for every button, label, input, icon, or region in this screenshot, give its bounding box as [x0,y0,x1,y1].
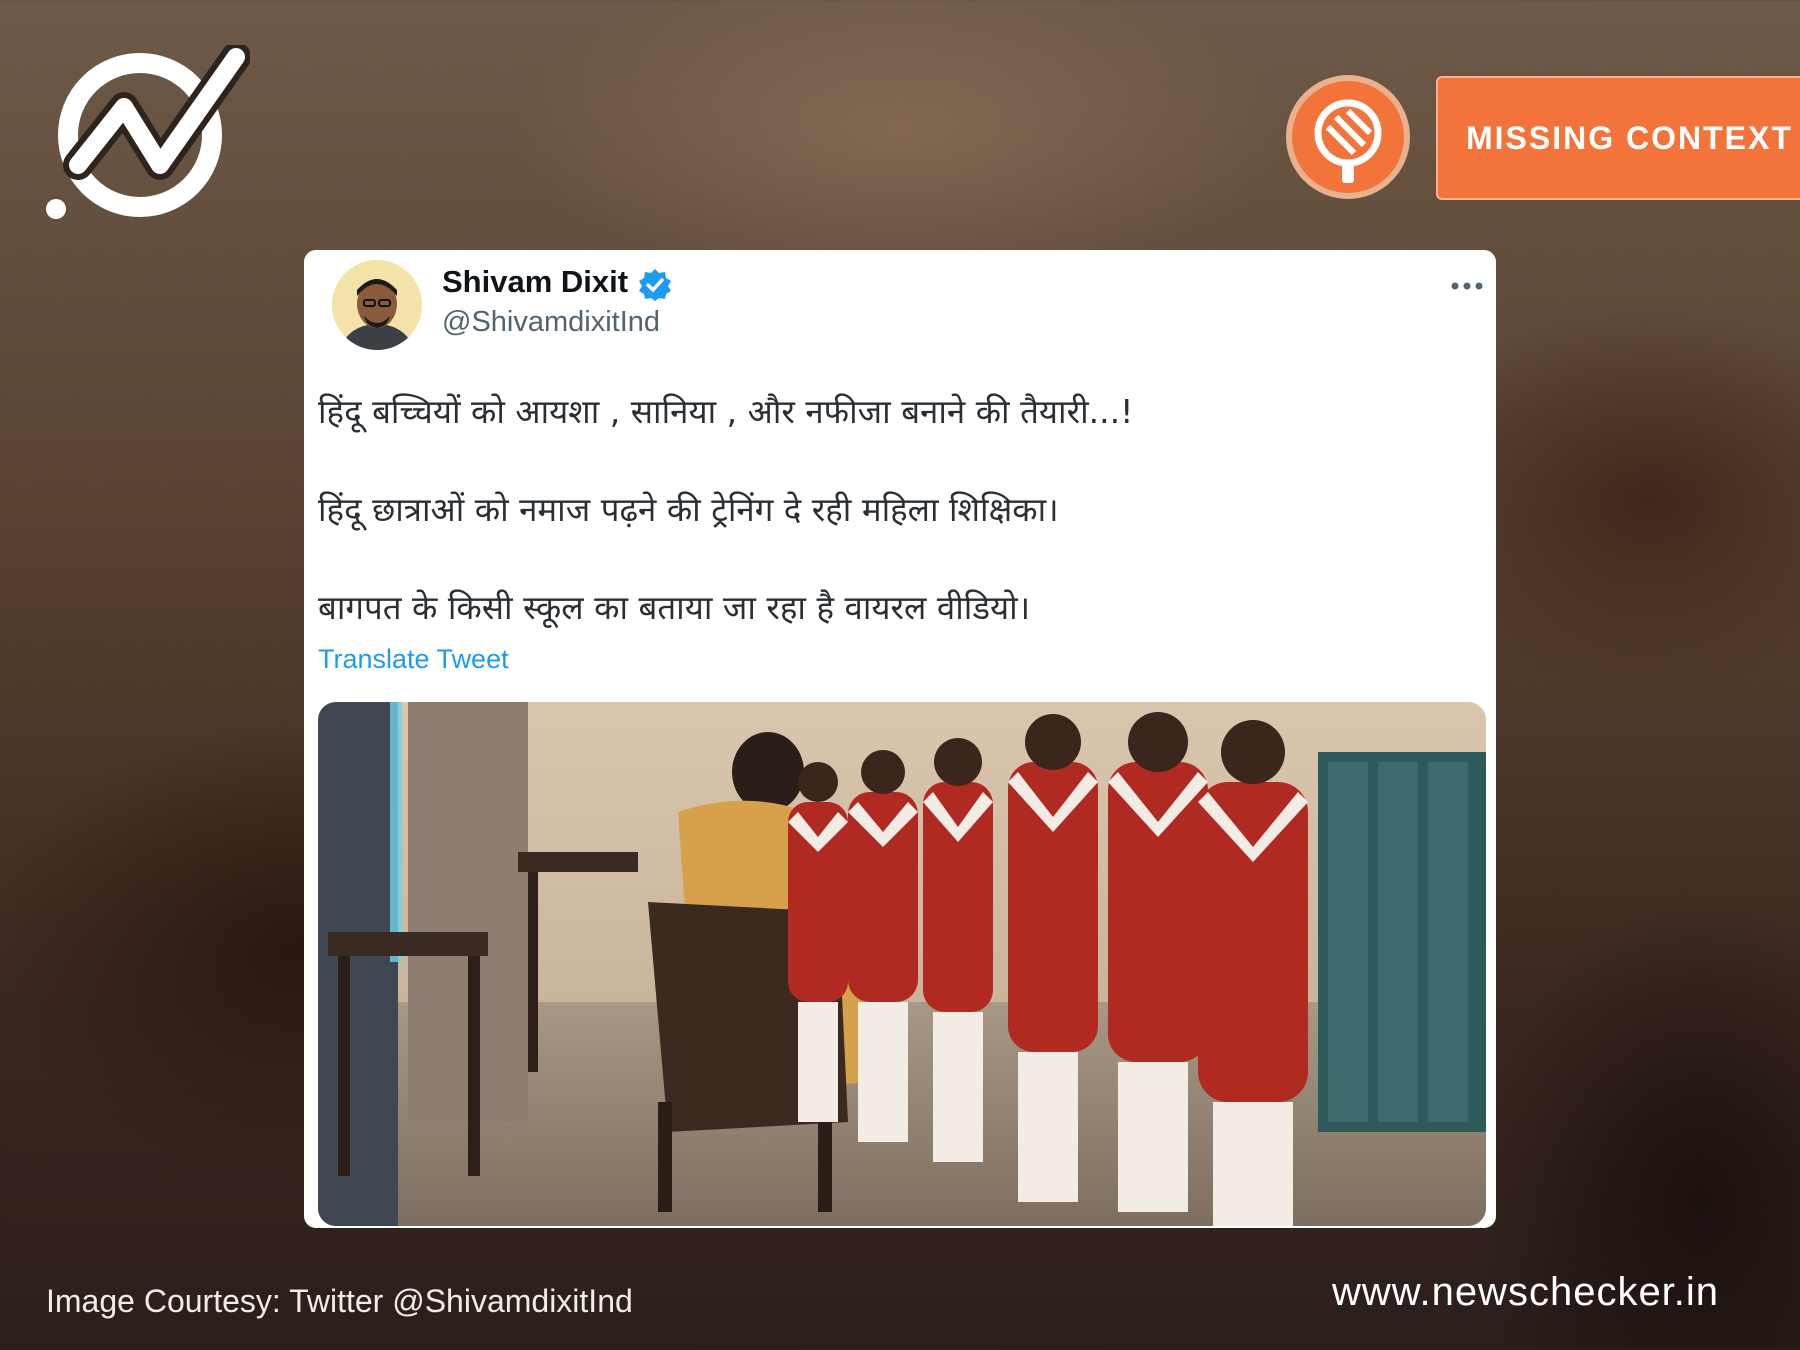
tweet-text-line-2: हिंदू छात्राओं को नमाज पढ़ने की ट्रेनिंग… [318,490,1059,529]
author-handle[interactable]: @ShivamdixitInd [442,306,660,339]
avatar[interactable] [332,260,422,350]
classroom-video-thumbnail-icon [318,702,1486,1226]
tweet-card: Shivam Dixit @ShivamdixitInd हिंदू बच्चि… [304,250,1496,1228]
author-name[interactable]: Shivam Dixit [442,264,628,300]
newschecker-check-logo-icon [46,42,251,219]
site-url[interactable]: www.newschecker.in [1332,1270,1719,1315]
tweet-media-video[interactable] [318,702,1486,1226]
image-courtesy-credit: Image Courtesy: Twitter @ShivamdixitInd [46,1283,633,1319]
verified-badge-icon [638,268,672,302]
tweet-text-line-3: बागपत के किसी स्कूल का बताया जा रहा है व… [318,588,1031,627]
magnifier-seal-icon [1284,73,1412,201]
translate-tweet-link[interactable]: Translate Tweet [318,644,509,675]
verdict-label: MISSING CONTEXT [1436,76,1800,200]
more-options-icon[interactable] [1450,276,1484,290]
verdict-label-text: MISSING CONTEXT [1466,119,1793,156]
tweet-text-line-1: हिंदू बच्चियों को आयशा , सानिया , और नफी… [318,392,1134,431]
newschecker-logo [40,42,251,230]
